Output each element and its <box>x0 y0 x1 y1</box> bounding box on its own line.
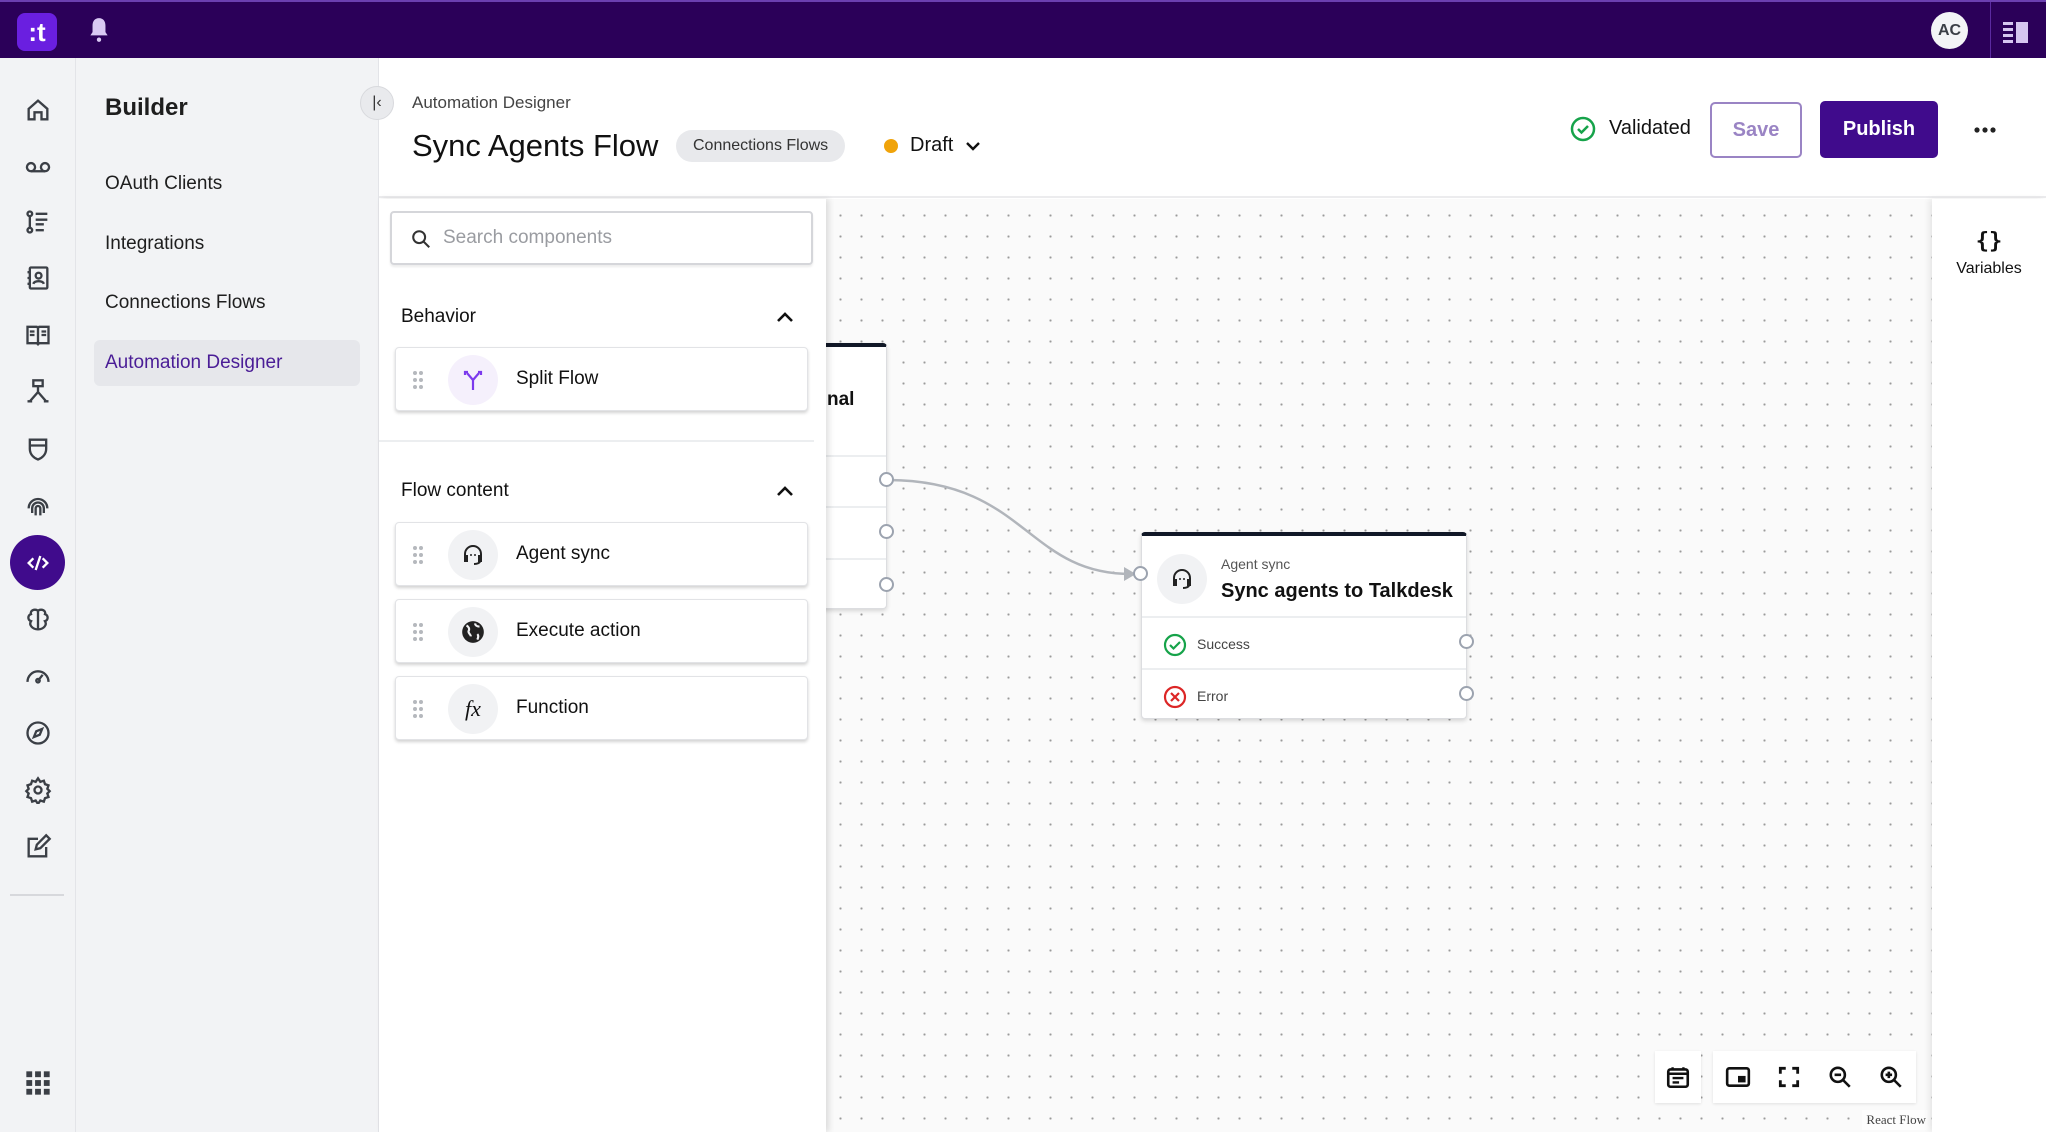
check-circle-icon <box>1570 116 1596 142</box>
status-dot <box>884 139 898 153</box>
brain-icon[interactable] <box>13 600 63 640</box>
chevron-up-icon[interactable] <box>775 481 795 501</box>
fingerprint-icon[interactable] <box>13 486 63 526</box>
status-dropdown[interactable]: Draft <box>910 134 981 157</box>
builder-sidebar: Builder OAuth Clients Integrations Conne… <box>76 58 379 1132</box>
zoom-in-icon[interactable] <box>1878 1064 1904 1090</box>
contacts-icon[interactable] <box>13 258 63 298</box>
section-header-flow-content[interactable]: Flow content <box>401 480 509 502</box>
sidebar-item-connections-flows[interactable]: Connections Flows <box>94 280 360 326</box>
section-header-behavior[interactable]: Behavior <box>401 306 476 328</box>
success-icon <box>1163 633 1187 657</box>
calendar-icon <box>1666 1067 1690 1089</box>
compass-icon[interactable] <box>13 713 63 753</box>
chevron-down-icon <box>966 141 980 151</box>
apps-grid-icon[interactable] <box>13 1063 63 1103</box>
output-label-success: Success <box>1197 636 1250 652</box>
divider <box>1990 2 1991 60</box>
rail-divider <box>10 894 64 896</box>
component-function[interactable]: fx Function <box>395 676 808 740</box>
collapse-sidebar-button[interactable]: |‹ <box>360 86 394 120</box>
error-output-handle[interactable] <box>1459 686 1474 701</box>
search-placeholder: Search components <box>443 227 612 248</box>
bell-icon[interactable] <box>86 16 112 49</box>
code-icon[interactable] <box>10 535 65 590</box>
edit-icon[interactable] <box>13 827 63 867</box>
divider <box>1142 616 1466 618</box>
component-execute-action[interactable]: Execute action <box>395 599 808 663</box>
variables-label: Variables <box>1956 260 2022 277</box>
fit-view-icon[interactable] <box>1776 1064 1802 1090</box>
drag-handle-icon[interactable] <box>412 370 424 390</box>
section-divider <box>379 440 814 442</box>
variables-panel: {} Variables <box>1932 199 2046 1132</box>
variables-button[interactable]: {} Variables <box>1932 229 2046 278</box>
component-agent-sync[interactable]: Agent sync <box>395 522 808 586</box>
error-icon <box>1163 685 1187 709</box>
validation-status: Validated <box>1609 117 1691 139</box>
app-logo[interactable]: :t <box>17 13 57 51</box>
component-label: Agent sync <box>516 543 610 564</box>
top-bar: :t AC <box>0 0 2046 60</box>
gauge-icon[interactable] <box>13 656 63 696</box>
sidebar-item-automation-designer[interactable]: Automation Designer <box>94 340 360 386</box>
output-label-error: Error <box>1197 688 1229 704</box>
component-split-flow[interactable]: Split Flow <box>395 347 808 411</box>
panel-toggle-icon[interactable] <box>2003 21 2029 48</box>
icon-rail <box>0 58 76 1132</box>
output-handle[interactable] <box>879 577 894 592</box>
drag-handle-icon[interactable] <box>412 622 424 642</box>
output-handle[interactable] <box>879 472 894 487</box>
function-glyph: fx <box>465 696 481 721</box>
breadcrumb[interactable]: Automation Designer <box>412 93 571 113</box>
divider <box>1142 668 1466 670</box>
headset-icon <box>1157 554 1207 604</box>
zoom-out-icon[interactable] <box>1827 1064 1853 1090</box>
shield-icon[interactable] <box>13 429 63 469</box>
avatar[interactable]: AC <box>1931 12 1968 49</box>
success-output-handle[interactable] <box>1459 634 1474 649</box>
component-label: Split Flow <box>516 368 599 389</box>
book-icon[interactable] <box>13 315 63 355</box>
sidebar-item-integrations[interactable]: Integrations <box>94 221 360 267</box>
voicemail-icon[interactable] <box>13 146 63 186</box>
more-options-icon[interactable] <box>1973 126 1997 134</box>
search-icon <box>412 230 430 248</box>
agent-sync-node[interactable]: Agent sync Sync agents to Talkdesk Succe… <box>1141 532 1467 719</box>
save-button[interactable]: Save <box>1710 102 1802 158</box>
input-handle[interactable] <box>1133 566 1148 581</box>
react-flow-attribution[interactable]: React Flow <box>1862 1110 1930 1130</box>
category-chip: Connections Flows <box>676 130 846 162</box>
home-icon[interactable] <box>13 90 63 130</box>
sidebar-item-oauth-clients[interactable]: OAuth Clients <box>94 161 360 207</box>
workflow-icon[interactable] <box>13 372 63 412</box>
component-label: Function <box>516 697 589 718</box>
calendar-button[interactable] <box>1655 1051 1701 1103</box>
flow-controls <box>1713 1051 1916 1103</box>
headset-icon <box>448 530 498 580</box>
globe-icon <box>448 607 498 657</box>
braces-icon: {} <box>1975 229 2003 254</box>
node-type: Agent sync <box>1221 556 1291 572</box>
function-icon: fx <box>448 684 498 734</box>
drag-handle-icon[interactable] <box>412 699 424 719</box>
minimap-icon[interactable] <box>1725 1064 1751 1090</box>
page-header: Automation Designer Sync Agents Flow Con… <box>379 58 2046 198</box>
page-title: Sync Agents Flow <box>412 128 659 163</box>
list-icon[interactable] <box>13 202 63 242</box>
split-icon <box>448 355 498 405</box>
chevron-up-icon[interactable] <box>775 307 795 327</box>
flow-canvas[interactable]: nal Agent sync Sync agents to Talkdesk S… <box>826 199 1932 1132</box>
component-label: Execute action <box>516 620 641 641</box>
sidebar-title: Builder <box>105 94 188 121</box>
components-panel: Search components Behavior Split Flow Fl… <box>379 199 826 1132</box>
output-handle[interactable] <box>879 524 894 539</box>
node-title: Sync agents to Talkdesk <box>1221 580 1453 602</box>
search-input[interactable]: Search components <box>390 211 813 265</box>
gear-icon[interactable] <box>13 770 63 810</box>
publish-button[interactable]: Publish <box>1820 101 1938 158</box>
drag-handle-icon[interactable] <box>412 545 424 565</box>
status-label: Draft <box>910 134 954 156</box>
